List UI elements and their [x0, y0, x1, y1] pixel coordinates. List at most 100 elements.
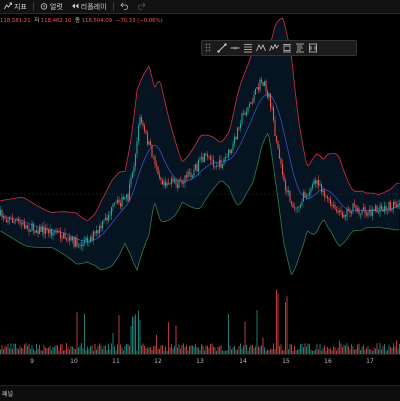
drawing-toolbar — [201, 40, 357, 56]
elliott-wave-icon[interactable] — [267, 42, 280, 54]
candle-body — [322, 190, 324, 193]
volume-bar — [174, 345, 175, 354]
candle-body — [4, 218, 6, 220]
candle-body — [26, 225, 29, 229]
volume-bar — [79, 345, 81, 354]
candle-body — [326, 196, 329, 199]
undo-button[interactable] — [116, 0, 133, 13]
candle-body — [337, 211, 339, 213]
candle-body — [256, 87, 258, 89]
candle-body — [263, 81, 266, 87]
candle-body — [46, 227, 48, 230]
candle-body — [106, 217, 108, 221]
candle-body — [65, 238, 68, 240]
volume-bar — [352, 346, 354, 354]
candle-body — [292, 203, 294, 208]
candle-body — [367, 211, 369, 216]
x-axis-label: 14 — [239, 358, 247, 365]
candle-body — [230, 149, 233, 154]
candle-body — [286, 189, 288, 193]
volume-bar — [192, 345, 193, 354]
candle-body — [241, 113, 243, 124]
candle-body — [305, 195, 308, 198]
candle-body — [221, 163, 224, 168]
volume-bar — [130, 326, 132, 354]
alerts-button[interactable]: 얼럿 — [36, 0, 67, 13]
volume-bar — [243, 345, 244, 354]
candle-body — [160, 177, 162, 181]
candle-body — [376, 205, 378, 213]
candle-body — [371, 209, 374, 216]
candle-body — [38, 226, 41, 234]
bottom-panel-bar[interactable]: 패널 — [0, 385, 400, 401]
candle-body — [383, 206, 386, 212]
volume-bar — [94, 343, 96, 354]
candle-body — [149, 141, 152, 146]
volume-bar — [183, 343, 184, 354]
candle-body — [268, 93, 270, 98]
candle-body — [77, 245, 80, 247]
volume-bar — [234, 345, 235, 354]
candle-body — [91, 236, 93, 241]
volume-bar — [100, 345, 102, 354]
volume-bar — [258, 346, 259, 354]
candle-body — [352, 203, 354, 212]
volume-bar — [277, 293, 279, 354]
volume-bar — [228, 314, 229, 354]
candle-body — [320, 184, 323, 193]
price-chart[interactable] — [0, 0, 400, 400]
redo-button[interactable] — [133, 0, 150, 13]
volume-bar — [390, 347, 391, 354]
indicators-button[interactable]: 지표 — [0, 0, 31, 13]
low-prefix: 저 — [34, 18, 40, 24]
replay-button[interactable]: 리플레이 — [67, 0, 111, 13]
candle-body — [388, 202, 390, 211]
trend-line-icon[interactable] — [215, 42, 228, 54]
volume-bar — [133, 317, 135, 354]
volume-bar — [54, 346, 55, 354]
volume-bar — [160, 345, 162, 354]
volume-bar — [291, 344, 292, 354]
candle-body — [170, 178, 173, 184]
candle-body — [128, 184, 131, 201]
price-range-icon[interactable] — [306, 42, 319, 54]
x-axis-label: 17 — [366, 358, 374, 365]
candle-body — [298, 207, 300, 208]
indicators-label: 지표 — [14, 2, 27, 11]
candle-body — [187, 171, 189, 178]
volume-bar — [84, 313, 85, 354]
volume-bar — [169, 347, 171, 354]
candle-body — [169, 183, 171, 185]
candle-body — [199, 159, 201, 161]
candle-body — [335, 209, 338, 212]
candle-body — [340, 210, 342, 213]
candle-body — [329, 199, 332, 205]
candle-body — [121, 196, 123, 207]
candle-body — [332, 204, 335, 207]
volume-bar — [394, 346, 396, 354]
candle-body — [338, 210, 341, 213]
volume-bar — [6, 346, 7, 354]
volume-bar — [339, 340, 340, 354]
x-axis-label: 10 — [70, 358, 78, 365]
drag-handle-icon[interactable] — [205, 43, 211, 53]
price-change: −70.33 (−0.06%) — [115, 18, 163, 24]
long-position-icon[interactable] — [280, 42, 293, 54]
candle-body — [13, 221, 15, 223]
candle-body — [296, 207, 299, 209]
horizontal-line-icon[interactable] — [228, 42, 241, 54]
volume-bar — [202, 345, 204, 354]
pattern-icon[interactable] — [254, 42, 267, 54]
volume-bar — [24, 344, 25, 354]
candle-body — [277, 141, 279, 149]
volume-bar — [363, 344, 364, 354]
replay-icon — [71, 2, 79, 12]
date-range-icon[interactable] — [293, 42, 306, 54]
volume-bar — [181, 344, 183, 354]
candle-body — [325, 196, 327, 198]
volume-bar — [264, 347, 265, 354]
fib-retracement-icon[interactable] — [241, 42, 254, 54]
toolbar-divider — [112, 2, 114, 11]
volume-bar — [244, 321, 246, 354]
candle-body — [377, 212, 380, 213]
